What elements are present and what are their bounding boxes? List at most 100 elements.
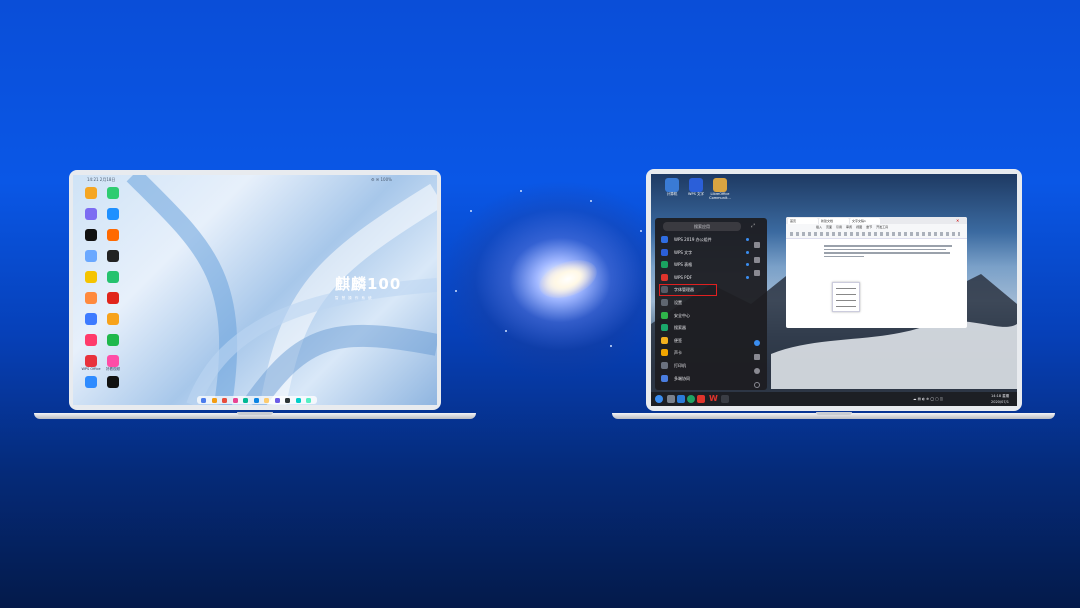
home-app[interactable]	[79, 208, 103, 220]
home-app[interactable]	[79, 250, 103, 262]
dock-app-icon[interactable]	[243, 397, 248, 403]
dock-app-icon[interactable]	[295, 397, 301, 403]
clock-date[interactable]: 2020/07/1	[991, 400, 1009, 404]
ribbon-menu-item[interactable]: 引用	[836, 225, 842, 229]
computer-icon	[665, 178, 679, 192]
start-menu-item-label: WPS PDF	[674, 274, 692, 280]
home-app[interactable]	[101, 250, 125, 262]
ribbon-menu: 插入 页面 引用 审阅 视图 章节 开发工具	[816, 225, 892, 229]
terminal-icon[interactable]	[721, 395, 729, 403]
dock-app-icon[interactable]	[253, 397, 259, 403]
app-icon	[661, 311, 668, 319]
file-manager-icon[interactable]	[677, 395, 685, 403]
app-icon	[107, 313, 119, 325]
ribbon-menu-item[interactable]: 章节	[866, 225, 872, 229]
context-menu[interactable]	[832, 282, 860, 312]
home-app[interactable]	[101, 187, 125, 199]
home-app[interactable]: WPS Office	[79, 355, 103, 371]
app-store-icon[interactable]	[697, 395, 705, 403]
home-app[interactable]	[79, 271, 103, 283]
power-icon[interactable]	[754, 382, 760, 388]
start-menu-item[interactable]: 声卡	[661, 347, 749, 358]
home-app[interactable]	[101, 229, 125, 241]
home-app[interactable]	[101, 376, 125, 388]
start-menu-item[interactable]: 多端协同	[661, 373, 749, 384]
computer-small-icon[interactable]	[754, 354, 760, 360]
ribbon-menu-item[interactable]: 插入	[816, 225, 822, 229]
app-label: WPS Office	[81, 367, 101, 371]
start-menu-item[interactable]: WPS 2019 办公组件	[661, 234, 749, 245]
home-app[interactable]	[79, 292, 103, 304]
category-icon[interactable]	[754, 270, 760, 276]
home-app[interactable]	[79, 313, 103, 325]
home-app[interactable]	[101, 334, 125, 346]
context-menu-item[interactable]	[836, 288, 856, 290]
home-app[interactable]	[101, 292, 125, 304]
context-menu-item[interactable]	[836, 300, 856, 302]
home-app[interactable]	[101, 313, 125, 325]
letter-sort-icon[interactable]	[754, 257, 760, 263]
dock-app-icon[interactable]	[211, 397, 217, 403]
home-app[interactable]	[101, 208, 125, 220]
app-icon	[107, 334, 119, 346]
tray-icons[interactable]: ☁ ▤ ◐ ⊕ ◯ ▢ ◫	[913, 397, 943, 401]
app-icon	[107, 250, 119, 262]
user-icon[interactable]	[754, 340, 760, 346]
start-menu-item[interactable]: WPS 文字	[661, 247, 749, 258]
ribbon-tools[interactable]	[790, 232, 960, 236]
desktop-icon[interactable]: LibreOffice Communit…	[705, 178, 735, 200]
context-menu-item[interactable]	[836, 294, 856, 296]
new-badge	[746, 263, 749, 267]
dock-app-icon[interactable]	[232, 397, 238, 403]
dock-app-icon[interactable]	[285, 397, 290, 403]
ribbon-menu-item[interactable]: 页面	[826, 225, 832, 229]
task-view-icon[interactable]	[667, 395, 675, 403]
home-app[interactable]	[79, 229, 103, 241]
home-app[interactable]	[79, 187, 103, 199]
wps-document-window: 首页 新建文档 文字文稿1 ✕ 插入 页面 引用 审阅 视图 章节 开发工具	[786, 217, 967, 328]
all-apps-icon[interactable]	[754, 242, 760, 248]
status-indicators: ⚙ ✉ 100%	[371, 177, 392, 182]
status-time: 14:21 2月18日	[87, 177, 116, 182]
ribbon-menu-item[interactable]: 审阅	[846, 225, 852, 229]
app-icon	[661, 349, 668, 357]
start-menu-item-label: 设置	[674, 300, 682, 305]
close-icon[interactable]: ✕	[956, 218, 959, 223]
app-icon	[661, 236, 668, 243]
home-app[interactable]: 好看视频	[101, 355, 125, 372]
start-menu-item[interactable]: 安全中心	[661, 310, 749, 321]
document-page[interactable]	[824, 245, 954, 257]
settings-icon[interactable]	[754, 368, 760, 374]
start-menu-item[interactable]: 搜索器	[661, 322, 749, 333]
start-menu-item-label: 多端协同	[674, 375, 690, 381]
browser-icon[interactable]	[687, 395, 695, 403]
wps-icon[interactable]: W	[709, 395, 718, 403]
dock-app-icon[interactable]	[222, 397, 227, 403]
start-menu-item-label: 搜索器	[674, 325, 686, 331]
start-menu-item-label: 安全中心	[674, 312, 690, 318]
start-menu-item[interactable]: 便签	[661, 335, 749, 346]
dock-app-icon[interactable]	[274, 397, 280, 403]
new-badge	[746, 275, 749, 279]
star	[520, 190, 522, 192]
expand-icon[interactable]: ⤢	[751, 223, 757, 229]
home-app[interactable]	[79, 376, 103, 388]
right-laptop-base	[612, 412, 1055, 419]
dock-app-icon[interactable]	[201, 397, 206, 403]
new-badge	[746, 238, 749, 241]
start-button-icon[interactable]	[655, 395, 663, 403]
trackpad-notch	[815, 412, 852, 415]
start-menu-item[interactable]: 打印机	[661, 360, 749, 371]
clock-time[interactable]: 14:18 星期	[991, 394, 1009, 399]
start-menu-search[interactable]: 搜索应用	[663, 222, 741, 231]
dock-app-icon[interactable]	[264, 397, 269, 403]
start-menu-item[interactable]: WPS PDF	[661, 272, 749, 283]
dock-app-icon[interactable]	[306, 397, 311, 403]
home-app[interactable]	[79, 334, 103, 346]
start-menu-item[interactable]: WPS 表格	[661, 259, 749, 270]
home-app[interactable]	[101, 271, 125, 283]
start-menu-item[interactable]: 设置	[661, 297, 749, 308]
ribbon-menu-item[interactable]: 开发工具	[876, 225, 888, 229]
ribbon-menu-item[interactable]: 视图	[856, 225, 862, 229]
context-menu-item[interactable]	[836, 306, 856, 308]
